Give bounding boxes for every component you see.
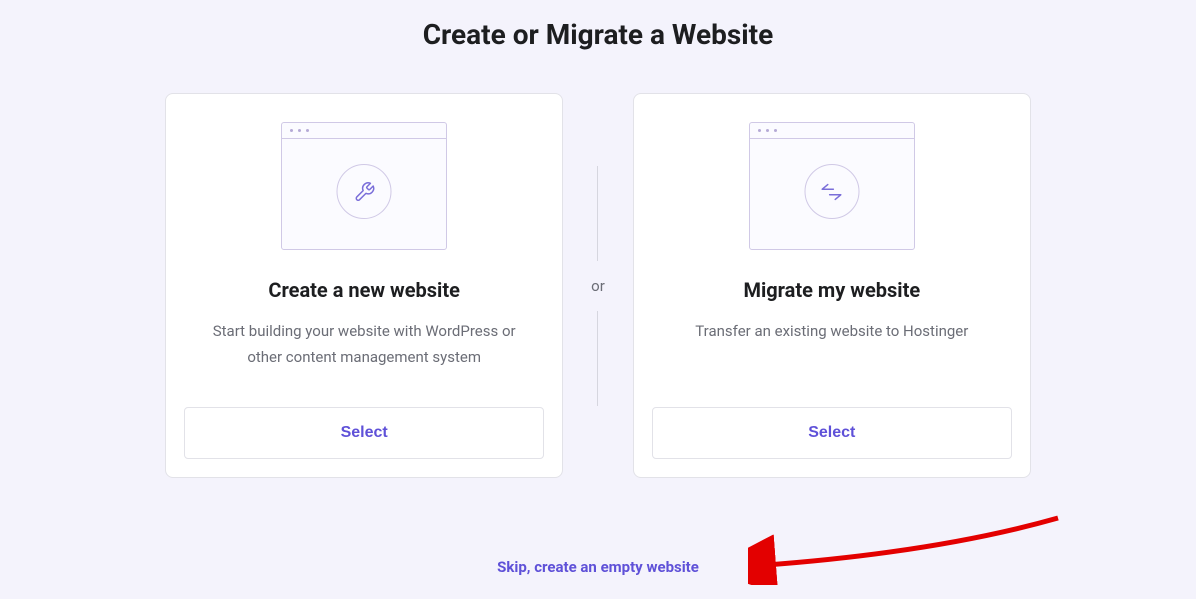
select-create-button[interactable]: Select [184,407,544,459]
skip-link[interactable]: Skip, create an empty website [497,558,699,576]
card-migrate-description: Transfer an existing website to Hostinge… [685,318,978,407]
create-illustration [281,122,447,250]
transfer-arrows-icon [804,164,859,219]
card-migrate[interactable]: Migrate my website Transfer an existing … [633,93,1031,478]
card-create-description: Start building your website with WordPre… [184,318,544,407]
card-migrate-title: Migrate my website [743,278,920,302]
browser-frame-header [282,123,446,139]
select-migrate-button[interactable]: Select [652,407,1012,459]
card-create[interactable]: Create a new website Start building your… [165,93,563,478]
divider-line-bottom [597,311,598,406]
divider: or [591,136,605,436]
cards-row: Create a new website Start building your… [165,93,1031,478]
divider-label: or [591,277,605,295]
browser-frame-header [750,123,914,139]
wrench-icon [337,164,392,219]
page-title: Create or Migrate a Website [423,18,774,51]
divider-line-top [597,166,598,261]
migrate-illustration [749,122,915,250]
card-create-title: Create a new website [268,278,459,302]
